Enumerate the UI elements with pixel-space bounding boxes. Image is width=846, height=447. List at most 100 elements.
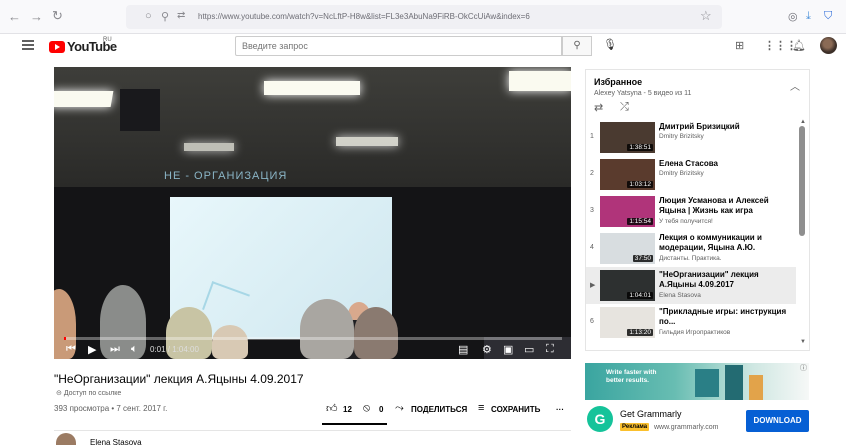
dislike-count[interactable]: 0 [379, 405, 383, 414]
playlist-item-title[interactable]: Лекция о коммуникации и модерации, Яцына… [659, 233, 791, 253]
save-button[interactable]: СОХРАНИТЬ [491, 405, 540, 414]
search-input[interactable] [235, 36, 562, 56]
audience-member [354, 307, 398, 359]
search-icon: ⚲ [573, 40, 581, 51]
playlist-item-channel: Elena Stasova [659, 292, 701, 299]
audience-member [100, 285, 146, 359]
playlist-item[interactable]: 2 1:03:12 Елена Стасова Dmitry Brizitsky [586, 156, 796, 193]
playlist-item-channel: Дистанты. Практика. [659, 255, 722, 262]
ceiling-light [264, 81, 360, 95]
download-button[interactable]: DOWNLOAD [746, 410, 809, 432]
playlist-item[interactable]: 6 1:13:20 "Прикладные игры: инструкция по.… [586, 304, 796, 341]
search-button[interactable]: ⚲ [562, 36, 592, 56]
playlist-item-index: ▶ [590, 282, 596, 289]
playlist-item-title[interactable]: "НеОрганизации" лекция А.Яцыны 4.09.2017 [659, 270, 791, 290]
settings-gear-icon[interactable]: ⚙ [482, 343, 492, 356]
ceiling-light [54, 91, 114, 107]
save-icon[interactable]: ≡ [478, 402, 484, 414]
extension-shield-icon[interactable]: ⛉ [824, 10, 832, 23]
back-icon[interactable]: ← [8, 9, 21, 24]
playlist-item-thumbnail[interactable]: 37:50 [600, 233, 655, 264]
playlist-items: 1 1:38:51 Дмитрий Бризицкий Dmitry Brizitsk… [586, 119, 796, 349]
audience-member [300, 299, 354, 359]
playlist-item-thumbnail[interactable]: 1:38:51 [600, 122, 655, 153]
volume-icon[interactable]: 🔈︎ [131, 343, 138, 356]
ad-title[interactable]: Get Grammarly [620, 409, 682, 419]
scroll-up-icon[interactable]: ▲ [800, 119, 806, 125]
share-button[interactable]: ПОДЕЛИТЬСЯ [411, 405, 467, 414]
playlist-item-channel: Dmitry Brizitsky [659, 133, 704, 140]
permissions-icon[interactable]: ⇄ [177, 10, 185, 21]
download-icon[interactable]: ⤓ [806, 10, 811, 23]
playlist-subtitle: Alexey Yatsyna - 5 видео из 11 [594, 90, 692, 97]
ad-info-icon[interactable]: ⓘ [800, 363, 807, 373]
user-avatar[interactable] [820, 37, 837, 54]
channel-avatar[interactable] [56, 433, 76, 445]
miniplayer-icon[interactable]: ▣ [503, 343, 513, 356]
playlist-item-duration: 1:13:20 [627, 329, 653, 336]
share-icon[interactable]: ⤳ [395, 402, 404, 415]
playlist-item[interactable]: 1 1:38:51 Дмитрий Бризицкий Dmitry Brizitsk… [586, 119, 796, 156]
fullscreen-icon[interactable]: ⛶ [546, 343, 554, 356]
playlist-item[interactable]: 3 1:15:54 Люция Усманова и Алексей Яцына |… [586, 193, 796, 230]
subtitles-icon[interactable]: ▤ [458, 343, 468, 356]
address-url[interactable]: https://www.youtube.com/watch?v=NcLftP-H… [198, 12, 530, 21]
ad-building [695, 369, 719, 397]
shield-icon[interactable]: ○ [145, 10, 152, 22]
microphone-icon[interactable]: 🎙︎ [603, 38, 617, 51]
ceiling-light [336, 137, 398, 146]
time-display: 0:01 / 1:04:00 [150, 345, 199, 354]
access-badge: ⊝ Доступ по ссылке [56, 390, 122, 397]
playlist-item-title[interactable]: Дмитрий Бризицкий [659, 122, 791, 132]
playlist-item-thumbnail[interactable]: 1:13:20 [600, 307, 655, 338]
shuffle-icon[interactable]: ⤮ [620, 101, 629, 114]
playlist-title[interactable]: Избранное [594, 77, 642, 87]
youtube-logo-icon[interactable] [49, 41, 65, 53]
playlist-item-thumbnail[interactable]: 1:03:12 [600, 159, 655, 190]
playlist-item-index: 1 [590, 133, 594, 140]
reload-icon[interactable]: ↻ [52, 8, 63, 24]
playlist-item-channel: Гильдия Игропрактиков [659, 329, 731, 336]
menu-icon[interactable] [22, 40, 34, 50]
playlist-scrollbar[interactable] [799, 126, 805, 236]
playlist-item-thumbnail[interactable]: 1:15:54 [600, 196, 655, 227]
lock-icon[interactable]: ⚲ [161, 10, 169, 23]
playlist-item-title[interactable]: "Прикладные игры: инструкция по... [659, 307, 791, 327]
ad-badge: Реклама [620, 423, 650, 431]
dislike-icon[interactable]: ⦸ [363, 402, 370, 415]
ad-site: www.grammarly.com [654, 424, 719, 431]
progress-fill [64, 337, 66, 340]
more-actions-icon[interactable]: ··· [556, 405, 564, 414]
loop-icon[interactable]: ⇄ [594, 101, 603, 114]
playlist-item[interactable]: 4 37:50 Лекция о коммуникации и модерации,… [586, 230, 796, 267]
grammarly-logo-icon[interactable]: G [587, 406, 613, 432]
next-icon[interactable]: ⏭ [110, 343, 120, 356]
bookmark-star-icon[interactable]: ☆ [700, 8, 712, 24]
playlist-item-duration: 1:15:54 [627, 218, 653, 225]
create-video-icon[interactable]: ⊞ [735, 39, 744, 52]
video-player[interactable] [54, 67, 571, 359]
progress-bar[interactable] [64, 337, 562, 340]
playlist-item-duration: 1:03:12 [627, 181, 653, 188]
previous-icon[interactable]: ⏮ [66, 343, 76, 356]
forward-icon[interactable]: → [30, 9, 43, 24]
playlist-item-title[interactable]: Елена Стасова [659, 159, 791, 169]
playlist-item-thumbnail[interactable]: 1:04:01 [600, 270, 655, 301]
scroll-down-icon[interactable]: ▼ [800, 339, 806, 345]
access-label: Доступ по ссылке [63, 390, 122, 397]
like-icon[interactable]: 👍︎ [326, 402, 338, 415]
pocket-icon[interactable]: ◎ [788, 10, 798, 23]
projector [120, 89, 160, 131]
divider [54, 430, 571, 431]
playlist-item-title[interactable]: Люция Усманова и Алексей Яцына | Жизнь к… [659, 196, 791, 216]
theater-mode-icon[interactable]: ▭ [524, 343, 534, 356]
collapse-chevron-icon[interactable]: ︿ [790, 78, 800, 93]
playlist-item-index: 4 [590, 244, 594, 251]
slide-title: НЕ - ОРГАНИЗАЦИЯ [164, 170, 288, 182]
like-count[interactable]: 12 [343, 405, 352, 414]
notifications-bell-icon[interactable]: 🔔︎ [792, 39, 806, 52]
play-icon[interactable]: ▶ [88, 343, 96, 356]
playlist-item-channel: Dmitry Brizitsky [659, 170, 704, 177]
playlist-item[interactable]: ▶ 1:04:01 "НеОрганизации" лекция А.Яцыны 4… [586, 267, 796, 304]
channel-name[interactable]: Elena Stasova [90, 438, 142, 447]
